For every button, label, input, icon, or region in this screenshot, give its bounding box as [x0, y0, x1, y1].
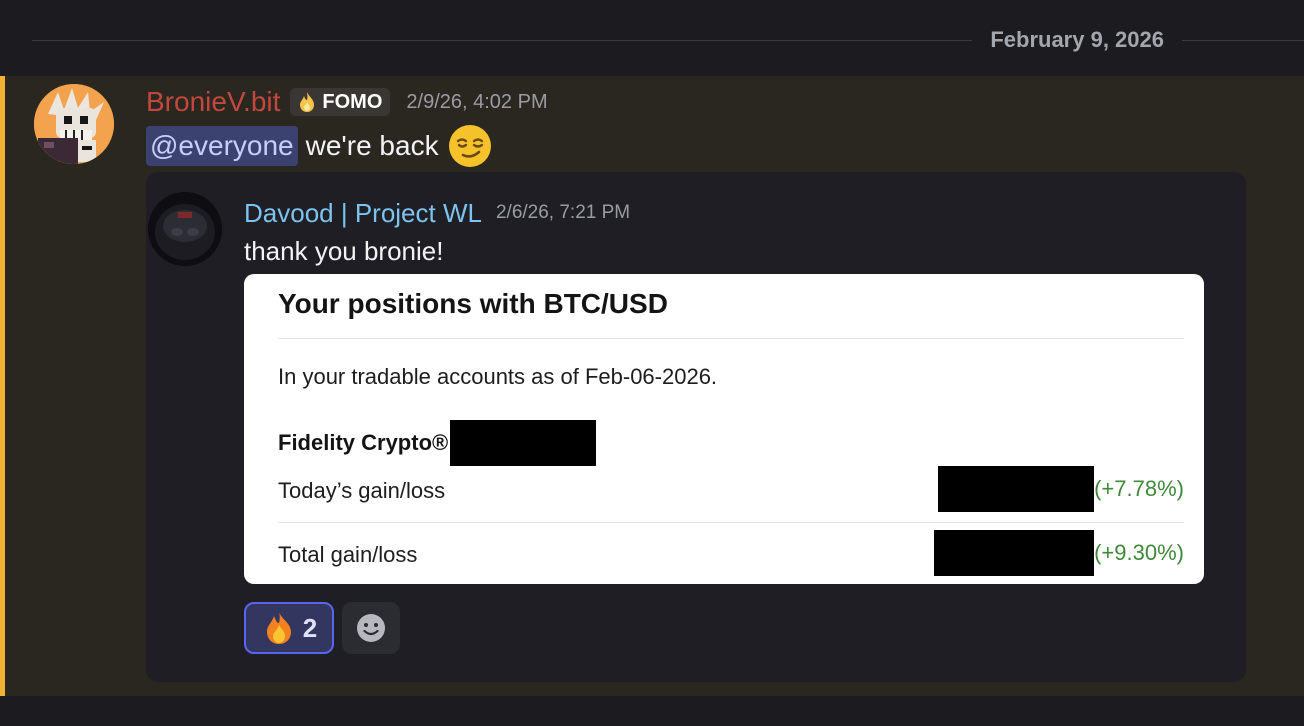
forwarded-message[interactable]: Davood | Project WL 2/6/26, 7:21 PM than… — [146, 172, 1246, 682]
fire-emoji-icon — [266, 612, 291, 644]
redacted-total-amount — [934, 530, 1095, 576]
total-gain-value: (+9.30%) — [934, 530, 1184, 576]
account-name: Fidelity Crypto® — [278, 430, 449, 455]
everyone-mention[interactable]: @everyone — [146, 126, 298, 166]
reactions-bar: 2 — [244, 602, 400, 654]
helmet-avatar-icon — [148, 192, 222, 266]
today-gain-value: (+7.78%) — [938, 466, 1184, 512]
date-divider-label: February 9, 2026 — [972, 26, 1182, 54]
redacted-today-amount — [938, 466, 1095, 512]
forwarded-author-name[interactable]: Davood | Project WL — [244, 198, 482, 229]
message-timestamp[interactable]: 2/9/26, 4:02 PM — [406, 91, 547, 114]
positions-title: Your positions with BTC/USD — [278, 288, 668, 319]
fire-reaction[interactable]: 2 — [244, 602, 334, 654]
today-gain-label: Today’s gain/loss — [278, 478, 446, 503]
add-reaction-button[interactable] — [342, 602, 400, 654]
redacted-account-number — [450, 420, 597, 466]
today-gain-percent: (+7.78%) — [1094, 476, 1184, 501]
mention-highlight-bar — [0, 76, 5, 696]
skeleton-avatar-icon — [34, 84, 114, 164]
message-header: BronieV.bit FOMO 2/9/26, 4:02 PM — [146, 86, 548, 118]
forwarded-timestamp[interactable]: 2/6/26, 7:21 PM — [496, 202, 630, 224]
forwarded-header: Davood | Project WL 2/6/26, 7:21 PM — [244, 196, 630, 230]
role-tag-label: FOMO — [322, 91, 383, 113]
add-reaction-smiley-icon — [357, 614, 385, 642]
smirk-emoji-icon[interactable] — [447, 123, 493, 169]
user-avatar[interactable] — [34, 84, 114, 164]
role-tag[interactable]: FOMO — [290, 88, 391, 116]
account-line: Fidelity Crypto® — [278, 420, 597, 466]
forwarded-text: thank you bronie! — [244, 236, 444, 266]
fire-reaction-count: 2 — [302, 612, 318, 643]
forwarded-author-avatar[interactable] — [148, 192, 222, 266]
total-gain-label: Total gain/loss — [278, 542, 418, 567]
message-text: we're back — [305, 130, 439, 161]
row-divider — [278, 522, 1184, 523]
total-gain-percent: (+9.30%) — [1094, 540, 1184, 565]
card-divider — [278, 338, 1184, 339]
image-attachment[interactable]: Your positions with BTC/USD In your trad… — [244, 274, 1204, 584]
next-message-area — [0, 696, 1304, 726]
message-content: @everyone we're back — [146, 124, 493, 168]
author-name[interactable]: BronieV.bit — [146, 86, 280, 118]
positions-subtitle: In your tradable accounts as of Feb-06-2… — [278, 364, 718, 389]
fire-tag-icon — [300, 92, 315, 112]
